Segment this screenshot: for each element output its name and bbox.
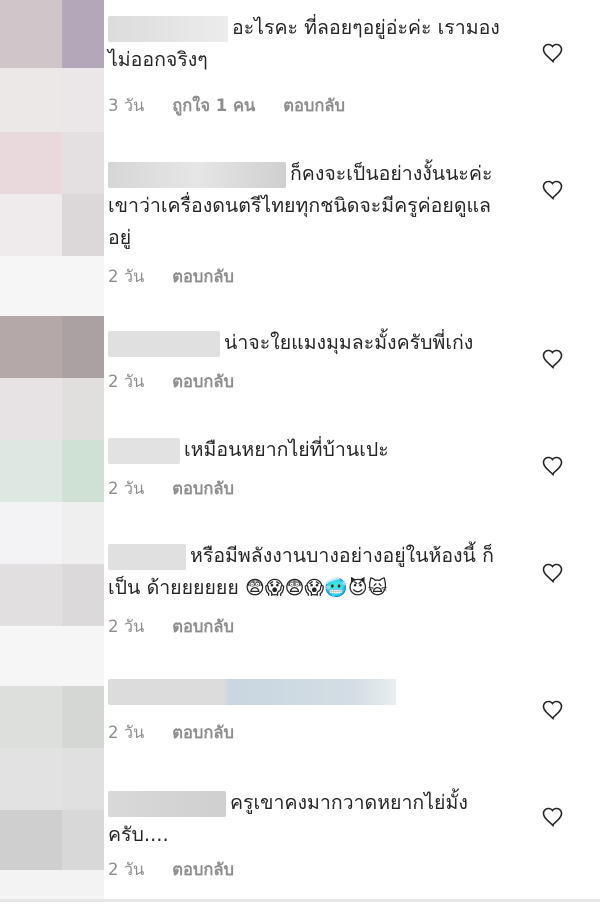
blurred-username[interactable] (108, 437, 180, 464)
bottom-divider (0, 899, 600, 902)
comment-meta: 2 วัน ตอบกลับ (108, 857, 262, 883)
comment-body: เหมือนหยากไย่ที่บ้านเปะ (184, 438, 389, 461)
comment-text: หรือมีพลังงานบางอย่างอยู่ในห้องนี้ ก็ เป… (108, 540, 513, 604)
like-count[interactable]: ถูกใจ 1 คน (172, 96, 255, 115)
blurred-username[interactable] (108, 330, 220, 357)
heart-outline-icon[interactable] (541, 347, 565, 371)
heart-outline-icon[interactable] (541, 698, 565, 722)
comment-time: 2 วัน (108, 267, 145, 286)
emoji-reaction-row: 😨😱😨😱🥶😈🙀 (244, 577, 388, 599)
comment-meta: 2 วัน ตอบกลับ (108, 369, 262, 395)
comment-time: 2 วัน (108, 723, 145, 742)
avatar-column (0, 0, 104, 905)
comment-meta: 2 วัน ตอบกลับ (108, 264, 262, 290)
blurred-username[interactable] (108, 678, 396, 705)
comment-time: 2 วัน (108, 479, 145, 498)
comment-text (108, 675, 513, 707)
reply-button[interactable]: ตอบกลับ (172, 479, 234, 498)
reply-button[interactable]: ตอบกลับ (172, 372, 234, 391)
comment-time: 2 วัน (108, 617, 145, 636)
comment-time: 2 วัน (108, 860, 145, 879)
heart-outline-icon[interactable] (541, 561, 565, 585)
reply-button[interactable]: ตอบกลับ (172, 267, 234, 286)
blurred-username[interactable] (108, 15, 228, 42)
comment-text: เหมือนหยากไย่ที่บ้านเปะ (108, 434, 513, 466)
comment-text: น่าจะใยแมงมุมละมั้งครับพี่เก่ง (108, 327, 513, 359)
comment-text: อะไรคะ ที่ลอยๆอยู่อ่ะค่ะ เรามองไม่ออกจริ… (108, 12, 513, 76)
reply-button[interactable]: ตอบกลับ (172, 860, 234, 879)
heart-outline-icon[interactable] (541, 41, 565, 65)
comment-meta: 2 วัน ตอบกลับ (108, 614, 262, 640)
reply-button[interactable]: ตอบกลับ (172, 617, 234, 636)
comment-time: 2 วัน (108, 372, 145, 391)
blurred-username[interactable] (108, 543, 186, 570)
comment-meta: 2 วัน ตอบกลับ (108, 476, 262, 502)
comment-body: น่าจะใยแมงมุมละมั้งครับพี่เก่ง (224, 331, 474, 354)
reply-button[interactable]: ตอบกลับ (172, 723, 234, 742)
reply-button[interactable]: ตอบกลับ (283, 96, 345, 115)
comment-meta: 2 วัน ตอบกลับ (108, 720, 262, 746)
heart-outline-icon[interactable] (541, 805, 565, 829)
blurred-username[interactable] (108, 161, 286, 188)
heart-outline-icon[interactable] (541, 178, 565, 202)
comment-time: 3 วัน (108, 96, 145, 115)
blurred-username[interactable] (108, 790, 226, 817)
comment-meta: 3 วัน ถูกใจ 1 คน ตอบกลับ (108, 93, 373, 119)
comment-text: ครูเขาคงมากวาดหยากไย่มั้งครับ.... (108, 787, 513, 851)
comment-text: ก็คงจะเป็นอย่างงั้นนะค่ะ เขาว่าเครื่องดน… (108, 158, 513, 254)
heart-outline-icon[interactable] (541, 454, 565, 478)
